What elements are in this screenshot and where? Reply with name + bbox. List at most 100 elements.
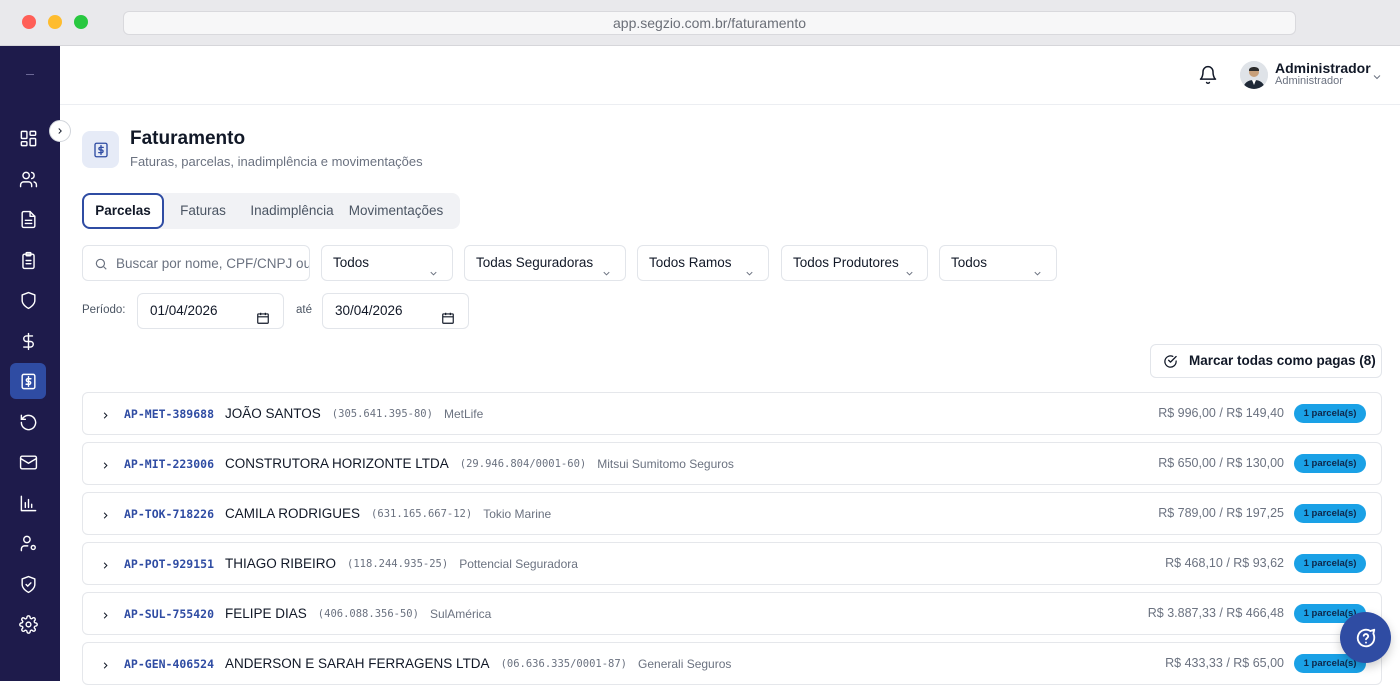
user-menu-chevron[interactable] <box>1371 70 1383 82</box>
chevron-right-icon[interactable] <box>100 508 111 519</box>
policy-code: AP-POT-929151 <box>124 556 215 571</box>
client-name: JOÃO SANTOS <box>225 406 321 421</box>
sidebar-item-usuarios[interactable] <box>10 525 46 561</box>
shield-check-icon <box>20 575 36 593</box>
sidebar-item-configuracoes[interactable] <box>10 606 46 642</box>
policy-code: AP-MET-389688 <box>124 406 215 421</box>
periodo-label: Período: <box>82 304 126 316</box>
close-window-button[interactable] <box>22 15 36 29</box>
tab-inadimplencia[interactable]: Inadimplência <box>234 193 350 229</box>
sidebar-item-clientes[interactable] <box>10 161 46 197</box>
sidebar-item-dashboard[interactable] <box>10 120 46 156</box>
tab-movimentacoes[interactable]: Movimentações <box>344 193 448 229</box>
help-chat-button[interactable] <box>1340 612 1391 663</box>
seguradoras-select[interactable]: Todas Seguradoras <box>464 245 626 281</box>
date-from-value: 01/04/2026 <box>150 303 218 318</box>
amount: R$ 3.887,33 / R$ 466,48 <box>1147 606 1284 620</box>
calendar-icon[interactable] <box>441 304 455 324</box>
client-document: (06.636.335/0001-87) <box>500 657 628 670</box>
chevron-down-icon <box>904 258 915 276</box>
tab-faturas[interactable]: Faturas <box>164 193 242 229</box>
search-input[interactable] <box>116 246 309 280</box>
file-text-icon <box>20 210 36 228</box>
bar-chart-icon <box>20 495 36 511</box>
help-chat-icon <box>1356 628 1375 647</box>
chevron-right-icon[interactable] <box>100 558 111 569</box>
chevron-right-icon <box>58 128 62 134</box>
client-document: (118.244.935-25) <box>347 557 449 570</box>
mail-icon <box>19 454 37 470</box>
sidebar <box>0 46 60 681</box>
date-to-value: 30/04/2026 <box>335 303 403 318</box>
user-name[interactable]: Administrador <box>1275 60 1371 76</box>
chevron-right-icon[interactable] <box>100 658 111 669</box>
amount: R$ 433,33 / R$ 65,00 <box>1165 656 1284 670</box>
search-box <box>82 245 310 281</box>
refresh-icon <box>20 414 36 430</box>
sidebar-item-propostas[interactable] <box>10 242 46 278</box>
chevron-down-icon <box>1032 258 1043 276</box>
invoice-dollar-icon <box>20 373 36 389</box>
list-item[interactable]: AP-TOK-718226 CAMILA RODRIGUES (631.165.… <box>82 492 1382 535</box>
status-select[interactable]: Todos <box>321 245 453 281</box>
sidebar-item-relatorios[interactable] <box>10 485 46 521</box>
chevron-down-icon <box>601 258 612 276</box>
policy-code: AP-TOK-718226 <box>124 506 215 521</box>
bell-icon <box>1199 65 1217 85</box>
mark-all-paid-button[interactable]: Marcar todas como pagas (8) <box>1150 344 1382 378</box>
amount: R$ 650,00 / R$ 130,00 <box>1158 456 1284 470</box>
chevron-down-icon <box>428 258 439 276</box>
policy-code: AP-MIT-223006 <box>124 456 215 471</box>
client-name: CONSTRUTORA HORIZONTE LTDA <box>225 456 449 471</box>
address-bar[interactable]: app.segzio.com.br/faturamento <box>123 11 1296 35</box>
ramos-select[interactable]: Todos Ramos <box>637 245 769 281</box>
maximize-window-button[interactable] <box>74 15 88 29</box>
chevron-down-icon <box>1373 75 1381 80</box>
produtores-select-value: Todos Produtores <box>793 255 899 270</box>
list-item[interactable]: AP-SUL-755420 FELIPE DIAS (406.088.356-5… <box>82 592 1382 635</box>
chevron-right-icon[interactable] <box>100 608 111 619</box>
list-item[interactable]: AP-POT-929151 THIAGO RIBEIRO (118.244.93… <box>82 542 1382 585</box>
mark-all-paid-label: Marcar todas como pagas (8) <box>1189 353 1376 368</box>
grid-icon <box>20 130 36 146</box>
chevron-right-icon[interactable] <box>100 458 111 469</box>
outros-select[interactable]: Todos <box>939 245 1057 281</box>
list-item[interactable]: AP-GEN-406524 ANDERSON E SARAH FERRAGENS… <box>82 642 1382 685</box>
search-icon <box>95 258 107 270</box>
produtores-select[interactable]: Todos Produtores <box>781 245 928 281</box>
check-circle-icon <box>1164 355 1177 368</box>
avatar[interactable] <box>1240 61 1268 89</box>
page-icon <box>82 131 119 168</box>
chevron-right-icon[interactable] <box>100 408 111 419</box>
gear-icon <box>18 614 38 634</box>
sidebar-item-mensagens[interactable] <box>10 444 46 480</box>
client-document: (29.946.804/0001-60) <box>459 457 587 470</box>
invoice-dollar-icon <box>93 142 108 157</box>
sidebar-item-renovacoes[interactable] <box>10 404 46 440</box>
installments-badge: 1 parcela(s) <box>1294 404 1366 423</box>
sidebar-expand-button[interactable] <box>49 120 71 142</box>
sidebar-item-seguranca[interactable] <box>10 566 46 602</box>
amount: R$ 996,00 / R$ 149,40 <box>1158 406 1284 420</box>
sidebar-item-documentos[interactable] <box>10 201 46 237</box>
seguradoras-select-value: Todas Seguradoras <box>476 255 594 270</box>
sidebar-item-apolices[interactable] <box>10 282 46 318</box>
tab-parcelas[interactable]: Parcelas <box>82 193 164 229</box>
list-item[interactable]: AP-MET-389688 JOÃO SANTOS (305.641.395-8… <box>82 392 1382 435</box>
ramos-select-value: Todos Ramos <box>649 255 732 270</box>
calendar-icon[interactable] <box>256 304 270 324</box>
notifications-button[interactable] <box>1198 65 1218 85</box>
insurer-name: Pottencial Seguradora <box>459 556 578 571</box>
shield-icon <box>20 291 36 309</box>
browser-chrome: app.segzio.com.br/faturamento <box>0 0 1400 46</box>
date-from-field[interactable]: 01/04/2026 <box>137 293 284 329</box>
insurer-name: Generali Seguros <box>638 656 732 671</box>
sidebar-item-financeiro[interactable] <box>10 323 46 359</box>
parcelas-list: AP-MET-389688 JOÃO SANTOS (305.641.395-8… <box>82 392 1382 692</box>
chevron-down-icon <box>744 258 755 276</box>
minimize-window-button[interactable] <box>48 15 62 29</box>
list-item[interactable]: AP-MIT-223006 CONSTRUTORA HORIZONTE LTDA… <box>82 442 1382 485</box>
sidebar-item-faturamento[interactable] <box>10 363 46 399</box>
installments-badge: 1 parcela(s) <box>1294 554 1366 573</box>
date-to-field[interactable]: 30/04/2026 <box>322 293 469 329</box>
